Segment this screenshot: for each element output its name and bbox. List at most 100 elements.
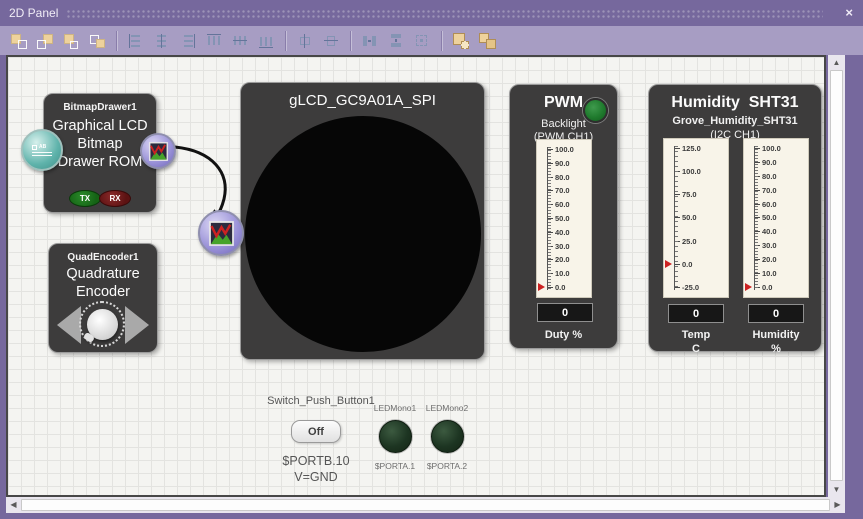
space-evenly-across-icon[interactable] <box>361 32 379 50</box>
send-backward-icon[interactable] <box>88 32 106 50</box>
gauge-tick-mark <box>675 217 680 218</box>
ungroup-icon[interactable] <box>478 32 496 50</box>
gauge-tick-mark <box>675 287 680 288</box>
pwm-unit-label: Duty % <box>510 329 617 341</box>
encoder-knob[interactable] <box>87 309 118 340</box>
gauge-tick-label: 80.0 <box>762 172 777 181</box>
align-right-icon[interactable] <box>179 32 197 50</box>
send-to-back-icon[interactable] <box>36 32 54 50</box>
gauge-tick-row: 25.0 <box>664 237 726 246</box>
horizontal-scrollbar[interactable]: ◀ ▶ <box>6 497 845 513</box>
gauge-tick-mark <box>548 287 553 288</box>
align-top-icon[interactable] <box>205 32 223 50</box>
glyph-line <box>32 155 52 156</box>
close-icon[interactable]: × <box>845 5 853 20</box>
gauge-tick-row: 100.0 <box>664 167 726 176</box>
gauge-tick-label: 40.0 <box>555 228 570 237</box>
gauge-tick-row: 10.0 <box>537 269 589 278</box>
gauge-tick-label: 30.0 <box>762 241 777 250</box>
push-button[interactable]: Off <box>291 420 341 443</box>
glyph-letters: AB <box>39 144 46 150</box>
rotate-left-arrow[interactable] <box>57 306 81 344</box>
gauge-tick-row: 90.0 <box>744 158 806 167</box>
gauge-tick-label: 60.0 <box>762 200 777 209</box>
panel-canvas[interactable]: BitmapDrawer1 Graphical LCD Bitmap Drawe… <box>8 57 824 495</box>
gauge-pointer-row: 0.0 <box>664 260 726 269</box>
label-line: Graphical LCD <box>44 117 156 135</box>
gauge-tick-label: 50.0 <box>762 213 777 222</box>
rotate-right-arrow[interactable] <box>125 306 149 344</box>
gauge-tick-row: 20.0 <box>744 255 806 264</box>
text-tool-badge[interactable]: AB <box>21 129 63 171</box>
toolbar <box>0 26 863 55</box>
gauge-pointer-row: 0.0 <box>744 283 806 292</box>
gauge-tick-row: 70.0 <box>744 186 806 195</box>
gauge-tick-label: 70.0 <box>762 186 777 195</box>
component-title: Humidity SHT31 <box>649 94 821 112</box>
canvas-viewport: BitmapDrawer1 Graphical LCD Bitmap Drawe… <box>6 55 826 497</box>
gauge-tick-row: 60.0 <box>537 200 589 209</box>
gauge-tick-label: 10.0 <box>762 269 777 278</box>
gauge-tick-row: -25.0 <box>664 283 726 292</box>
gauge-tick-row: 40.0 <box>744 227 806 236</box>
horizontal-scroll-thumb[interactable] <box>21 499 830 511</box>
snap-to-grid-icon[interactable] <box>413 32 431 50</box>
toolbar-separator <box>116 31 117 51</box>
gauge-tick-label: 40.0 <box>762 227 777 236</box>
gauge-tick-mark <box>755 217 760 218</box>
gauge-tick-mark <box>548 273 553 274</box>
gauge-tick-label: 20.0 <box>555 255 570 264</box>
center-vertical-icon[interactable] <box>322 32 340 50</box>
scroll-down-icon[interactable]: ▼ <box>828 482 845 497</box>
space-evenly-down-icon[interactable] <box>387 32 405 50</box>
gauge-tick-row: 125.0 <box>664 144 726 153</box>
gauge-tick-label: 50.0 <box>682 213 697 222</box>
gauge-tick-label: 25.0 <box>682 237 697 246</box>
gauge-tick-label: 70.0 <box>555 186 570 195</box>
group-icon[interactable] <box>452 32 470 50</box>
titlebar[interactable]: 2D Panel × <box>0 0 863 26</box>
align-middle-icon[interactable] <box>231 32 249 50</box>
round-lcd-screen <box>245 116 481 352</box>
humidity-gauge: 100.090.080.070.060.050.040.030.020.010.… <box>743 138 809 298</box>
toolbar-separator <box>350 31 351 51</box>
component-humidity-sensor[interactable]: Humidity SHT31 Grove_Humidity_SHT31 (I2C… <box>648 84 822 352</box>
scroll-up-icon[interactable]: ▲ <box>828 55 845 70</box>
gauge-tick-mark <box>548 246 553 247</box>
gauge-tick-row: 100.0 <box>537 145 589 154</box>
vertical-scroll-thumb[interactable] <box>830 70 843 481</box>
align-center-icon[interactable] <box>153 32 171 50</box>
gauge-tick-mark <box>675 264 680 265</box>
scroll-left-icon[interactable]: ◀ <box>6 497 21 513</box>
titlebar-grip-texture <box>66 9 823 18</box>
align-left-icon[interactable] <box>127 32 145 50</box>
component-id: QuadEncoder1 <box>49 252 157 263</box>
bring-to-front-icon[interactable] <box>10 32 28 50</box>
gauge-tick-row: 30.0 <box>744 241 806 250</box>
gauge-tick-mark <box>755 162 760 163</box>
toolbar-separator <box>285 31 286 51</box>
gauge-tick-mark <box>755 273 760 274</box>
gauge-tick-row: 30.0 <box>537 242 589 251</box>
gauge-tick-row: 75.0 <box>664 190 726 199</box>
image-output-badge[interactable] <box>140 133 176 169</box>
component-pwm[interactable]: PWM Backlight (PWM CH1) 100.090.080.070.… <box>509 84 618 349</box>
center-horizontal-icon[interactable] <box>296 32 314 50</box>
gauge-tick-mark <box>548 259 553 260</box>
gauge-tick-label: -25.0 <box>682 283 699 292</box>
gauge-tick-mark <box>755 176 760 177</box>
tx-indicator: TX <box>69 190 101 207</box>
image-input-badge[interactable] <box>198 210 244 256</box>
gauge-tick-mark <box>548 163 553 164</box>
align-bottom-icon[interactable] <box>257 32 275 50</box>
scroll-right-icon[interactable]: ▶ <box>830 497 845 513</box>
component-glcd[interactable]: gLCD_GC9A01A_SPI <box>240 82 485 360</box>
vertical-scrollbar[interactable]: ▲ ▼ <box>828 55 845 497</box>
gauge-tick-row: 60.0 <box>744 200 806 209</box>
gauge-tick-mark <box>755 204 760 205</box>
component-quad-encoder[interactable]: QuadEncoder1 Quadrature Encoder <box>48 243 158 353</box>
bring-forward-icon[interactable] <box>62 32 80 50</box>
gauge-tick-label: 30.0 <box>555 242 570 251</box>
gauge-tick-mark <box>548 204 553 205</box>
gauge-pointer-row: 0.0 <box>537 283 589 292</box>
